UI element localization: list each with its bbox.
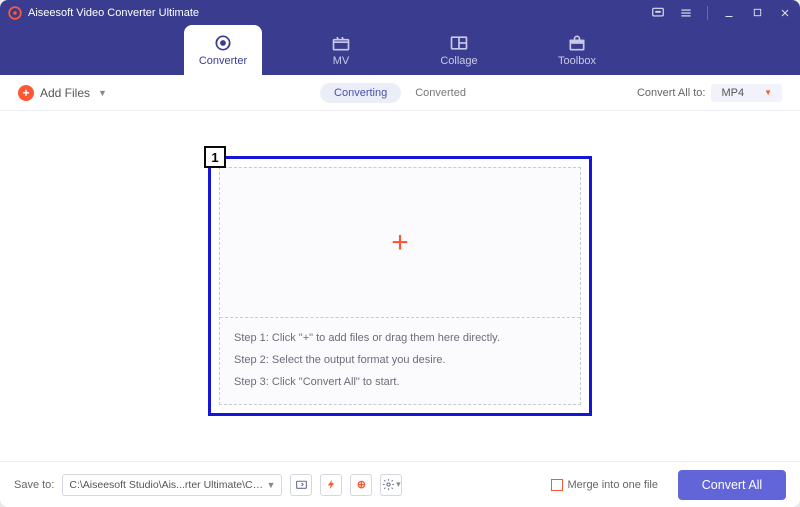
collage-icon xyxy=(449,34,469,52)
maximize-icon[interactable] xyxy=(750,6,764,20)
step-text: Step 2: Select the output format you des… xyxy=(234,354,566,366)
merge-label: Merge into one file xyxy=(568,479,659,491)
save-to-path: C:\Aiseesoft Studio\Ais...rter Ultimate\… xyxy=(69,479,264,491)
chevron-down-icon: ▼ xyxy=(98,88,107,98)
browse-folder-button[interactable] xyxy=(290,474,312,496)
tab-label: Converter xyxy=(199,55,247,67)
subtab-converting[interactable]: Converting xyxy=(320,83,401,103)
feedback-icon[interactable] xyxy=(651,6,665,20)
step-text: Step 1: Click "+" to add files or drag t… xyxy=(234,332,566,344)
save-to-label: Save to: xyxy=(14,479,54,491)
chevron-down-icon: ▼ xyxy=(764,88,772,97)
bottom-bar: Save to: C:\Aiseesoft Studio\Ais...rter … xyxy=(0,461,800,507)
instructions: Step 1: Click "+" to add files or drag t… xyxy=(220,318,580,404)
chevron-down-icon: ▾ xyxy=(396,479,401,490)
menu-icon[interactable] xyxy=(679,6,693,20)
annotation-badge: 1 xyxy=(204,146,226,168)
annotation-highlight: + Step 1: Click "+" to add files or drag… xyxy=(208,156,592,416)
subtab-converted[interactable]: Converted xyxy=(401,83,480,103)
tab-label: Collage xyxy=(440,55,477,67)
merge-checkbox[interactable]: Merge into one file xyxy=(551,479,659,491)
tab-label: MV xyxy=(333,55,350,67)
tab-collage[interactable]: Collage xyxy=(420,25,498,75)
dropzone-wrapper: 1 + Step 1: Click "+" to add files or dr… xyxy=(208,156,592,416)
gpu-accel-button[interactable] xyxy=(320,474,342,496)
checkbox-icon xyxy=(551,479,563,491)
dropzone-add-area[interactable]: + xyxy=(220,168,580,318)
dropzone: + Step 1: Click "+" to add files or drag… xyxy=(219,167,581,405)
toolbox-icon xyxy=(567,34,587,52)
save-to-path-dropdown[interactable]: C:\Aiseesoft Studio\Ais...rter Ultimate\… xyxy=(62,474,282,496)
subtabs: Converting Converted xyxy=(320,83,480,103)
tab-converter[interactable]: Converter xyxy=(184,25,262,75)
tab-label: Toolbox xyxy=(558,55,596,67)
add-files-button[interactable]: + Add Files ▼ xyxy=(18,85,107,101)
step-text: Step 3: Click "Convert All" to start. xyxy=(234,376,566,388)
add-files-label: Add Files xyxy=(40,86,90,100)
tab-toolbox[interactable]: Toolbox xyxy=(538,25,616,75)
convert-all-to-label: Convert All to: xyxy=(637,87,705,99)
converter-icon xyxy=(213,34,233,52)
minimize-icon[interactable] xyxy=(722,6,736,20)
convert-all-to: Convert All to: MP4 ▼ xyxy=(637,84,782,102)
app-logo-icon xyxy=(8,6,22,20)
app-title: Aiseesoft Video Converter Ultimate xyxy=(28,7,199,19)
divider xyxy=(707,6,708,20)
format-dropdown[interactable]: MP4 ▼ xyxy=(711,84,782,102)
format-value: MP4 xyxy=(721,87,744,99)
tab-mv[interactable]: MV xyxy=(302,25,380,75)
mv-icon xyxy=(331,34,351,52)
toolbar: + Add Files ▼ Converting Converted Conve… xyxy=(0,75,800,111)
chevron-down-icon: ▼ xyxy=(266,480,275,490)
app-window: Aiseesoft Video Converter Ultimate Conve… xyxy=(0,0,800,507)
titlebar: Aiseesoft Video Converter Ultimate xyxy=(0,0,800,25)
plus-circle-icon: + xyxy=(18,85,34,101)
plus-icon: + xyxy=(391,226,409,260)
close-icon[interactable] xyxy=(778,6,792,20)
main-tabs: Converter MV Collage Toolbox xyxy=(0,25,800,75)
main-area: 1 + Step 1: Click "+" to add files or dr… xyxy=(0,111,800,461)
settings-button[interactable]: ▾ xyxy=(380,474,402,496)
convert-all-button[interactable]: Convert All xyxy=(678,470,786,500)
high-speed-button[interactable]: ⊕ xyxy=(350,474,372,496)
titlebar-controls xyxy=(651,6,792,20)
